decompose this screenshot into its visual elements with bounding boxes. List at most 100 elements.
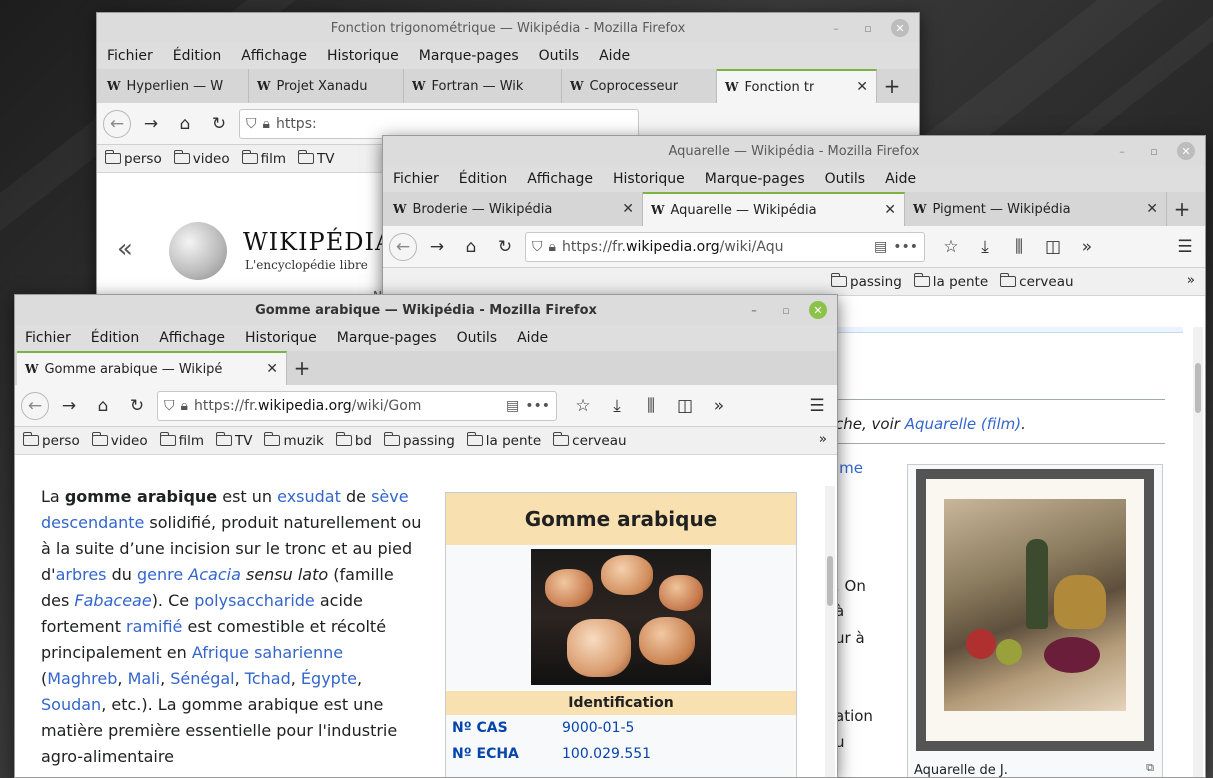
back-icon[interactable]: ← — [21, 391, 49, 420]
link-maghreb[interactable]: Maghreb — [47, 669, 117, 688]
bookmark-tv[interactable]: TV — [216, 431, 252, 449]
reload-icon[interactable]: ↻ — [123, 392, 151, 420]
firefox-window-gomme-arabique[interactable]: Gomme arabique — Wikipédia - Mozilla Fir… — [14, 294, 838, 778]
tab-gomme-arabique[interactable]: W Gomme arabique — Wikipé ✕ — [17, 351, 287, 385]
url-bar[interactable]: ⛉ 🔒︎ https: — [239, 108, 639, 139]
menu-fichier[interactable]: Fichier — [107, 48, 153, 64]
link-tchad[interactable]: Tchad — [245, 669, 291, 688]
bookmark-star-icon[interactable]: ☆ — [569, 392, 597, 420]
bookmarks-overflow-icon[interactable]: » — [1187, 272, 1195, 288]
url-bar[interactable]: ⛉ 🔒︎ https://fr.wikipedia.org/wiki/Gom ▤… — [157, 390, 557, 421]
new-tab-button[interactable]: + — [287, 351, 317, 385]
window-titlebar[interactable]: Gomme arabique — Wikipédia - Mozilla Fir… — [15, 295, 837, 325]
page-actions-icon[interactable]: ••• — [893, 239, 918, 255]
close-icon[interactable]: ✕ — [1177, 142, 1195, 160]
menu-marque-pages[interactable]: Marque-pages — [337, 330, 437, 346]
tab-pigment[interactable]: W Pigment — Wikipédia ✕ — [905, 192, 1167, 226]
reload-icon[interactable]: ↻ — [491, 233, 519, 261]
menu-fichier[interactable]: Fichier — [25, 330, 71, 346]
home-icon[interactable]: ⌂ — [89, 392, 117, 420]
bookmarks-overflow-icon[interactable]: » — [819, 431, 827, 447]
hamburger-menu-icon[interactable]: ☰ — [803, 392, 831, 420]
menu-fichier[interactable]: Fichier — [393, 171, 439, 187]
bookmark-bd[interactable]: bd — [335, 431, 372, 449]
hatnote-link[interactable]: Aquarelle (film) — [905, 415, 1021, 433]
overflow-icon[interactable]: » — [705, 392, 733, 420]
menu-aide[interactable]: Aide — [885, 171, 916, 187]
link-arbres[interactable]: arbres — [56, 565, 107, 584]
back-icon[interactable]: ← — [389, 232, 417, 261]
sidebar-icon[interactable]: ◫ — [671, 392, 699, 420]
menu-historique[interactable]: Historique — [245, 330, 317, 346]
page-scrollbar[interactable] — [1193, 327, 1203, 777]
download-icon[interactable]: ⤓ — [603, 392, 631, 420]
url-bar[interactable]: ⛉ 🔒︎ https://fr.wikipedia.org/wiki/Aqu ▤… — [525, 231, 925, 262]
home-icon[interactable]: ⌂ — [171, 110, 199, 138]
tab-aquarelle[interactable]: W Aquarelle — Wikipédia ✕ — [643, 192, 905, 226]
reader-view-icon[interactable]: ▤ — [506, 398, 519, 414]
forward-icon[interactable]: → — [137, 110, 165, 138]
tab-close-icon[interactable]: ✕ — [260, 361, 278, 377]
tab-close-icon[interactable]: ✕ — [878, 202, 896, 218]
bookmark-la-pente[interactable]: la pente — [466, 431, 541, 449]
bookmark-cerveau[interactable]: cerveau — [1000, 272, 1074, 290]
echa-number-link[interactable]: 100.029.551 — [562, 746, 651, 762]
gum-arabic-photo[interactable] — [531, 549, 711, 685]
menu-edition[interactable]: Édition — [173, 48, 221, 64]
tab-coprocesseur[interactable]: W Coprocesseur — [562, 69, 717, 103]
hamburger-menu-icon[interactable]: ☰ — [1171, 233, 1199, 261]
forward-icon[interactable]: → — [423, 233, 451, 261]
maximize-icon[interactable]: ▫ — [859, 19, 877, 37]
bookmark-passing[interactable]: passing — [831, 272, 902, 290]
menu-outils[interactable]: Outils — [825, 171, 865, 187]
maximize-icon[interactable]: ▫ — [1145, 142, 1163, 160]
menu-aide[interactable]: Aide — [517, 330, 548, 346]
link-polysaccharide[interactable]: polysaccharide — [194, 591, 315, 610]
bookmark-perso[interactable]: perso — [23, 431, 80, 449]
menu-marque-pages[interactable]: Marque-pages — [419, 48, 519, 64]
bookmark-film[interactable]: film — [241, 149, 286, 167]
link-mali[interactable]: Mali — [128, 669, 161, 688]
menu-aide[interactable]: Aide — [599, 48, 630, 64]
tab-fonction[interactable]: W Fonction tr ✕ — [717, 69, 877, 103]
window-titlebar[interactable]: Aquarelle — Wikipédia - Mozilla Firefox … — [383, 136, 1205, 166]
link-exsudat[interactable]: exsudat — [277, 487, 341, 506]
minimize-icon[interactable]: – — [827, 19, 845, 37]
bookmark-video[interactable]: video — [91, 431, 148, 449]
new-tab-button[interactable]: + — [877, 69, 907, 103]
menu-affichage[interactable]: Affichage — [159, 330, 225, 346]
download-icon[interactable]: ⤓ — [971, 233, 999, 261]
menu-outils[interactable]: Outils — [457, 330, 497, 346]
enlarge-icon[interactable]: ⧉ — [1146, 761, 1154, 775]
sidebar-icon[interactable]: ◫ — [1039, 233, 1067, 261]
library-icon[interactable]: ⫼ — [1005, 233, 1033, 261]
text-fragment[interactable]: ıme — [835, 459, 863, 477]
tab-broderie[interactable]: W Broderie — Wikipédia ✕ — [385, 192, 643, 226]
overflow-icon[interactable]: » — [1073, 233, 1101, 261]
link-ramifie[interactable]: ramifié — [126, 617, 182, 636]
menu-historique[interactable]: Historique — [327, 48, 399, 64]
menu-edition[interactable]: Édition — [459, 171, 507, 187]
link-fabaceae[interactable]: Fabaceae — [74, 591, 151, 610]
tab-projet-xanadu[interactable]: W Projet Xanadu — [249, 69, 404, 103]
link-senegal[interactable]: Sénégal — [170, 669, 234, 688]
collapse-sidebar-button[interactable]: « — [117, 234, 133, 264]
close-icon[interactable]: ✕ — [891, 19, 909, 37]
bookmark-cerveau[interactable]: cerveau — [553, 431, 627, 449]
tab-hyperlien[interactable]: W Hyperlien — W — [99, 69, 249, 103]
link-egypte[interactable]: Égypte — [301, 669, 357, 688]
menu-outils[interactable]: Outils — [539, 48, 579, 64]
tab-close-icon[interactable]: ✕ — [1140, 201, 1158, 217]
link-echa[interactable]: ECHA — [477, 746, 519, 762]
bookmark-tv[interactable]: TV — [298, 149, 334, 167]
tab-close-icon[interactable]: ✕ — [616, 201, 634, 217]
link-afrique-saharienne[interactable]: Afrique saharienne — [192, 643, 343, 662]
page-scrollbar[interactable] — [825, 486, 835, 777]
wikipedia-globe-logo[interactable] — [169, 222, 227, 280]
link-acacia[interactable]: Acacia — [188, 565, 241, 584]
menu-edition[interactable]: Édition — [91, 330, 139, 346]
home-icon[interactable]: ⌂ — [457, 233, 485, 261]
tab-fortran[interactable]: W Fortran — Wik — [404, 69, 562, 103]
bookmark-video[interactable]: video — [173, 149, 230, 167]
link-genre[interactable]: genre — [137, 565, 183, 584]
